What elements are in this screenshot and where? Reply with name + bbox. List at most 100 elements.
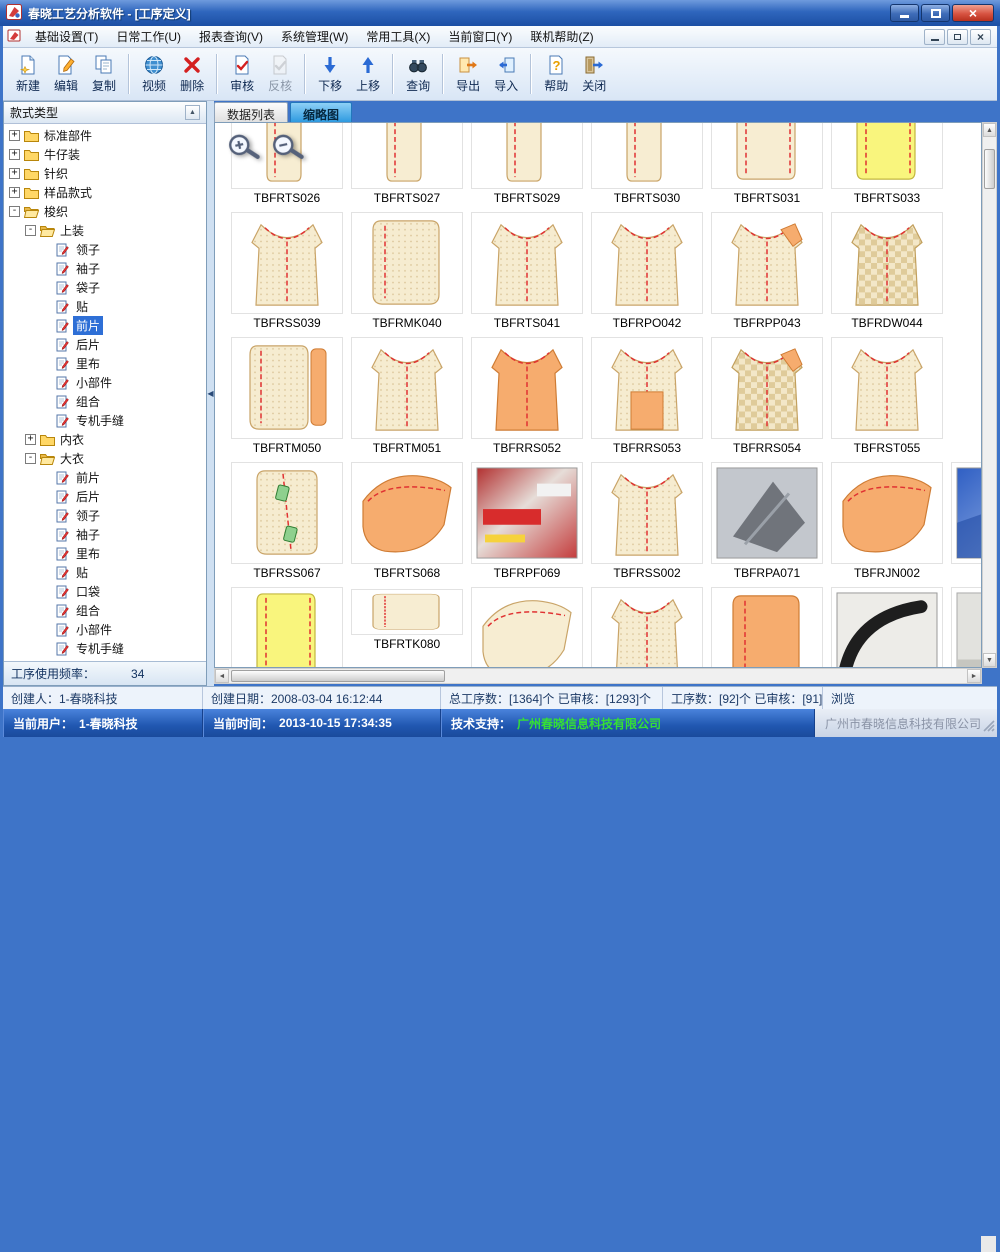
toolbar-down-button[interactable]: 下移 [311, 52, 349, 96]
tree-item-label[interactable]: 牛仔装 [41, 145, 83, 164]
scroll-down-arrow[interactable]: ▼ [983, 653, 996, 667]
tree-item-label[interactable]: 贴 [73, 297, 91, 316]
toolbar-edit-button[interactable]: 编辑 [47, 52, 85, 96]
splitter[interactable]: ◀ [207, 101, 214, 686]
zoom-out-button[interactable] [271, 131, 305, 168]
tree-item[interactable]: +前片 [4, 468, 206, 487]
tree-item-label[interactable]: 上装 [57, 221, 87, 240]
tree-item[interactable]: +袖子 [4, 525, 206, 544]
thumbnail-item[interactable] [947, 585, 982, 668]
thumbnail-item[interactable]: TBFRSS039 [227, 210, 347, 335]
scroll-left-arrow[interactable]: ◄ [215, 669, 229, 683]
tree-item[interactable]: +口袋 [4, 582, 206, 601]
toolbar-close-button[interactable]: 关闭 [575, 52, 613, 96]
tab-data-list[interactable]: 数据列表 [214, 102, 288, 122]
thumbnail-item[interactable]: TBFRTS041 [467, 210, 587, 335]
thumbnail-item[interactable]: TBFRTS027 [347, 122, 467, 210]
toolbar-copy-button[interactable]: 复制 [85, 52, 123, 96]
collapse-arrow-icon[interactable]: ◀ [207, 390, 213, 398]
tree-expander[interactable]: - [25, 453, 36, 464]
thumbnail-item[interactable] [227, 585, 347, 668]
menu-base-settings[interactable]: 基础设置(T) [26, 26, 107, 47]
tree-item-label[interactable]: 小部件 [73, 373, 115, 392]
maximize-button[interactable] [921, 4, 950, 22]
tree-item-label[interactable]: 袖子 [73, 525, 103, 544]
thumbnail-item[interactable]: TBFRTS033 [827, 122, 947, 210]
tree-item[interactable]: +领子 [4, 506, 206, 525]
thumbnail-item[interactable] [707, 585, 827, 668]
thumbnail-item[interactable]: TBFRTS031 [707, 122, 827, 210]
tree-item-label[interactable]: 领子 [73, 240, 103, 259]
tree-item-label[interactable]: 专机手缝 [73, 411, 127, 430]
tree-item-label[interactable]: 后片 [73, 487, 103, 506]
thumbnail-item[interactable]: TBFRMK040 [347, 210, 467, 335]
horizontal-scroll-track[interactable] [229, 669, 967, 683]
menu-common-tools[interactable]: 常用工具(X) [357, 26, 439, 47]
thumbnail-item[interactable]: TBFRPA071 [707, 460, 827, 585]
zoom-in-button[interactable] [227, 131, 261, 168]
thumbnail-item[interactable]: TBFRDW044 [827, 210, 947, 335]
menu-system-admin[interactable]: 系统管理(W) [272, 26, 357, 47]
thumbnail-item[interactable]: TBFRRS052 [467, 335, 587, 460]
thumbnail-item[interactable]: TBFRTM051 [347, 335, 467, 460]
vertical-scrollbar[interactable]: ▲ ▼ [982, 122, 997, 668]
menu-daily-work[interactable]: 日常工作(U) [107, 26, 190, 47]
tree-expander[interactable]: + [9, 168, 20, 179]
thumbnail-item[interactable]: TBFRRS053 [587, 335, 707, 460]
tree-item[interactable]: +袖子 [4, 259, 206, 278]
tree-item[interactable]: +组合 [4, 392, 206, 411]
tree-item[interactable]: + 标准部件 [4, 126, 206, 145]
tree-expander[interactable]: + [9, 187, 20, 198]
toolbar-import-button[interactable]: 导入 [487, 52, 525, 96]
thumbnail-item[interactable]: TBFRSS002 [587, 460, 707, 585]
tree-item-label[interactable]: 前片 [73, 316, 103, 335]
sidebar-scroll-up-button[interactable]: ▲ [185, 105, 200, 120]
horizontal-scrollbar[interactable]: ◄ ► [214, 668, 982, 684]
tree-item-label[interactable]: 样品款式 [41, 183, 95, 202]
tree-item-label[interactable]: 后片 [73, 335, 103, 354]
tree-item[interactable]: +前片 [4, 316, 206, 335]
tree-item[interactable]: +袋子 [4, 278, 206, 297]
mdi-restore-button[interactable] [947, 29, 968, 45]
thumbnail-item[interactable]: TBFRPP043 [707, 210, 827, 335]
tree-item-label[interactable]: 标准部件 [41, 126, 95, 145]
tree-item[interactable]: + 内衣 [4, 430, 206, 449]
tree-item-label[interactable]: 梭织 [41, 202, 71, 221]
thumbnail-item[interactable]: TBFRTM050 [227, 335, 347, 460]
tree-expander[interactable]: - [25, 225, 36, 236]
tree-item-label[interactable]: 口袋 [73, 582, 103, 601]
toolbar-audit-button[interactable]: 审核 [223, 52, 261, 96]
tree-item[interactable]: +贴 [4, 297, 206, 316]
thumbnail-item[interactable]: TBFRJN002 [827, 460, 947, 585]
toolbar-export-button[interactable]: 导出 [449, 52, 487, 96]
resize-grip-icon[interactable] [983, 720, 995, 735]
thumbnail-item[interactable]: TBFRPO042 [587, 210, 707, 335]
tree-item-label[interactable]: 组合 [73, 392, 103, 411]
tree-item-label[interactable]: 领子 [73, 506, 103, 525]
thumbnail-item[interactable] [467, 585, 587, 668]
tree-expander[interactable]: + [9, 130, 20, 141]
thumbnail-item[interactable]: TBFRRS054 [707, 335, 827, 460]
thumbnail-item[interactable]: TBFRPF069 [467, 460, 587, 585]
tree-expander[interactable]: + [25, 434, 36, 445]
tree-item-label[interactable]: 前片 [73, 468, 103, 487]
tree-item-label[interactable]: 贴 [73, 563, 91, 582]
tree-item-label[interactable]: 袋子 [73, 278, 103, 297]
tree-item[interactable]: -梭织 [4, 202, 206, 221]
tree-item[interactable]: +后片 [4, 335, 206, 354]
thumbnail-item[interactable]: TBFRST055 [827, 335, 947, 460]
tree-item[interactable]: +专机手缝 [4, 411, 206, 430]
vertical-scroll-thumb[interactable] [984, 149, 995, 189]
mdi-minimize-button[interactable] [924, 29, 945, 45]
menu-online-help[interactable]: 联机帮助(Z) [521, 26, 602, 47]
tree-item[interactable]: +小部件 [4, 620, 206, 639]
menu-report-query[interactable]: 报表查询(V) [190, 26, 272, 47]
tree-item-label[interactable]: 内衣 [57, 430, 87, 449]
thumbnail-item[interactable]: TBFRTS068 [347, 460, 467, 585]
mdi-close-button[interactable]: × [970, 29, 991, 45]
thumbnail-item[interactable] [827, 585, 947, 668]
toolbar-help-button[interactable]: ?帮助 [537, 52, 575, 96]
tab-thumbnail-view[interactable]: 缩略图 [290, 102, 352, 122]
tree-item[interactable]: +牛仔装 [4, 145, 206, 164]
tree-item-label[interactable]: 组合 [73, 601, 103, 620]
